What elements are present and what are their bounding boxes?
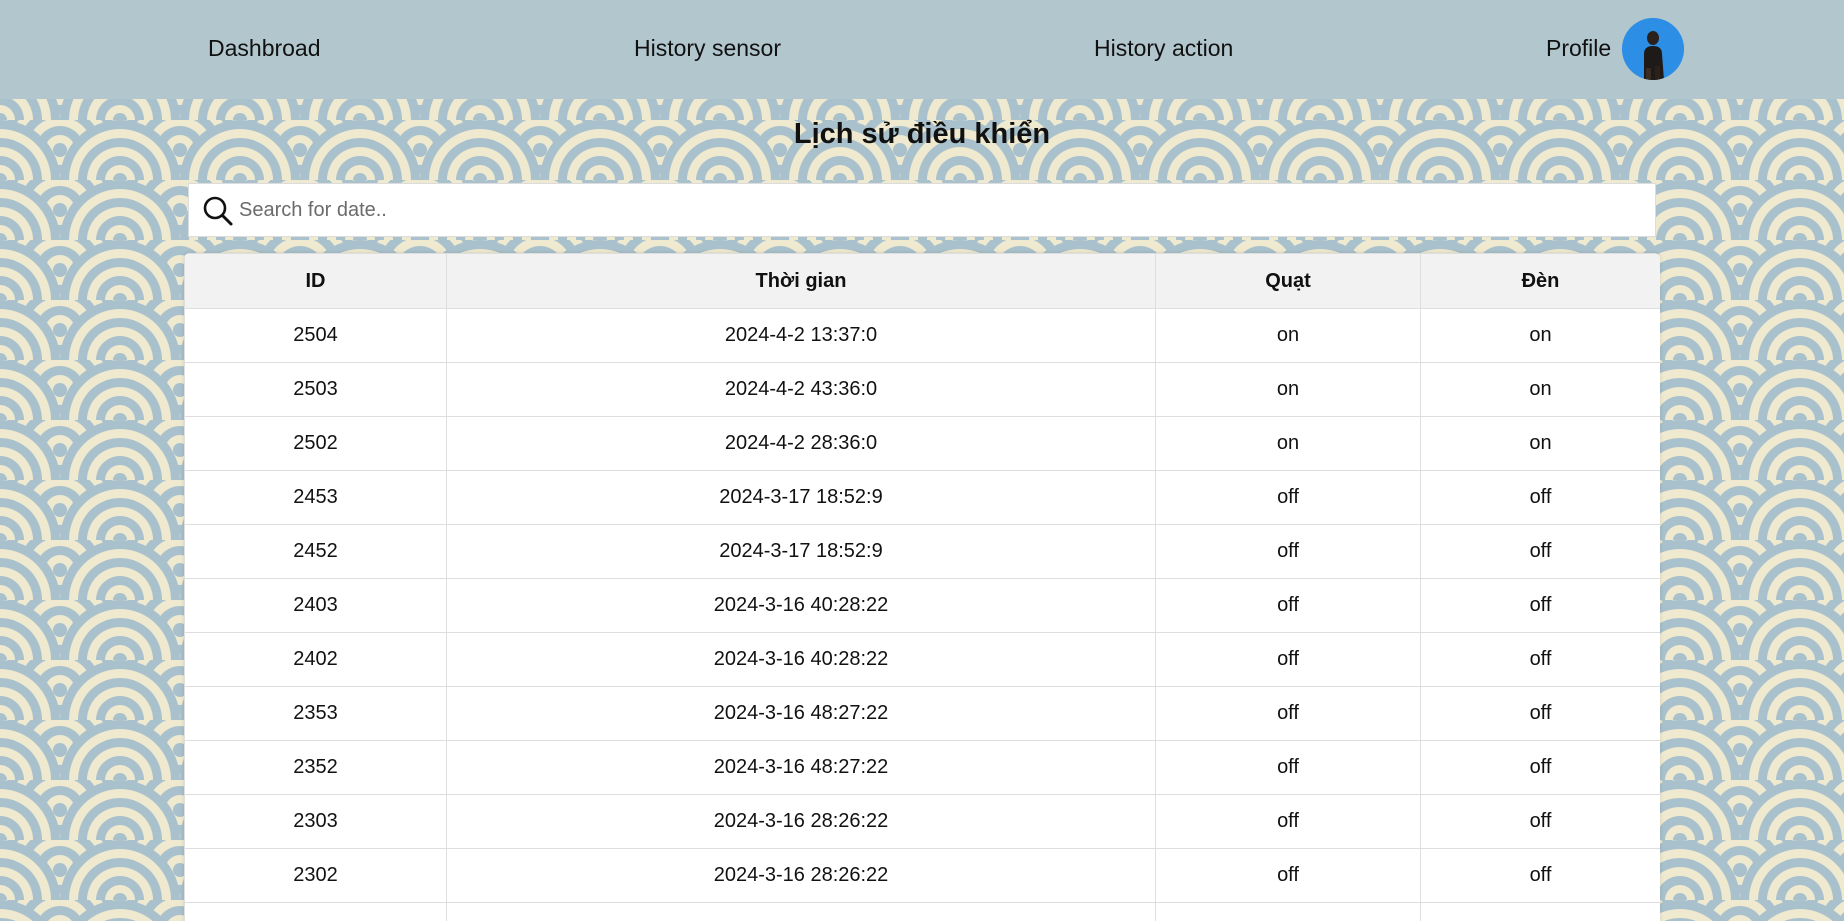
- cell-light: off: [1420, 848, 1660, 903]
- cell-fan: off: [1155, 578, 1421, 633]
- cell-light: off: [1420, 686, 1660, 741]
- cell-fan: on: [1155, 362, 1421, 417]
- nav-history-sensor-link[interactable]: History sensor: [634, 0, 781, 99]
- search-box: [188, 183, 1656, 237]
- cell-id: 2353: [184, 686, 447, 741]
- column-header-light[interactable]: Đèn: [1420, 253, 1660, 309]
- column-header-fan[interactable]: Quạt: [1155, 253, 1421, 309]
- cell-fan: [1155, 902, 1421, 921]
- column-header-time[interactable]: Thời gian: [446, 253, 1156, 309]
- cell-time: 2024-3-16 28:26:22: [446, 848, 1156, 903]
- cell-id: 2453: [184, 470, 447, 525]
- cell-time: 2024-3-16 48:27:22: [446, 686, 1156, 741]
- cell-fan: off: [1155, 794, 1421, 849]
- cell-light: off: [1420, 524, 1660, 579]
- top-navbar: Dashbroad History sensor History action …: [0, 0, 1844, 99]
- avatar[interactable]: [1622, 18, 1684, 80]
- cell-time: 2024-4-2 43:36:0: [446, 362, 1156, 417]
- cell-light: [1420, 902, 1660, 921]
- nav-profile-link[interactable]: Profile: [1546, 0, 1611, 99]
- table-row: 2302 2024-3-16 28:26:22 off off: [184, 848, 1660, 903]
- cell-light: off: [1420, 740, 1660, 795]
- cell-fan: off: [1155, 686, 1421, 741]
- cell-id: 2403: [184, 578, 447, 633]
- cell-id: 2302: [184, 848, 447, 903]
- search-icon: [203, 196, 233, 226]
- table-row: 2402 2024-3-16 40:28:22 off off: [184, 632, 1660, 687]
- cell-id: 2502: [184, 416, 447, 471]
- cell-fan: off: [1155, 740, 1421, 795]
- table-row: 2353 2024-3-16 48:27:22 off off: [184, 686, 1660, 741]
- cell-light: on: [1420, 362, 1660, 417]
- cell-id: [184, 902, 447, 921]
- cell-light: on: [1420, 416, 1660, 471]
- cell-time: 2024-3-16 28:26:22: [446, 794, 1156, 849]
- cell-id: 2503: [184, 362, 447, 417]
- cell-time: 2024-3-17 18:52:9: [446, 524, 1156, 579]
- table-row: 2452 2024-3-17 18:52:9 off off: [184, 524, 1660, 579]
- cell-light: off: [1420, 578, 1660, 633]
- cell-id: 2303: [184, 794, 447, 849]
- cell-time: 2024-4-2 13:37:0: [446, 308, 1156, 363]
- cell-time: 2024-3-16 40:28:22: [446, 578, 1156, 633]
- cell-time: 2024-3-16 40:28:22: [446, 632, 1156, 687]
- cell-light: on: [1420, 308, 1660, 363]
- table-row: 2504 2024-4-2 13:37:0 on on: [184, 308, 1660, 363]
- cell-id: 2504: [184, 308, 447, 363]
- nav-history-action-link[interactable]: History action: [1094, 0, 1233, 99]
- nav-dashboard-link[interactable]: Dashbroad: [208, 0, 321, 99]
- cell-fan: off: [1155, 632, 1421, 687]
- cell-fan: off: [1155, 848, 1421, 903]
- table-row: 2303 2024-3-16 28:26:22 off off: [184, 794, 1660, 849]
- cell-id: 2452: [184, 524, 447, 579]
- table-row: [184, 902, 1660, 921]
- page-title: Lịch sử điều khiển: [793, 118, 1051, 150]
- cell-id: 2352: [184, 740, 447, 795]
- table-row: 2503 2024-4-2 43:36:0 on on: [184, 362, 1660, 417]
- table-row: 2502 2024-4-2 28:36:0 on on: [184, 416, 1660, 471]
- table-row: 2403 2024-3-16 40:28:22 off off: [184, 578, 1660, 633]
- cell-light: off: [1420, 470, 1660, 525]
- cell-light: off: [1420, 632, 1660, 687]
- cell-time: 2024-4-2 28:36:0: [446, 416, 1156, 471]
- table-row: 2352 2024-3-16 48:27:22 off off: [184, 740, 1660, 795]
- cell-fan: off: [1155, 524, 1421, 579]
- cell-time: 2024-3-17 18:52:9: [446, 470, 1156, 525]
- cell-fan: on: [1155, 308, 1421, 363]
- table-header-row: ID Thời gian Quạt Đèn: [184, 253, 1660, 309]
- search-input[interactable]: [239, 184, 1639, 236]
- avatar-person-icon: [1622, 18, 1684, 80]
- history-action-table: ID Thời gian Quạt Đèn 2504 2024-4-2 13:3…: [184, 253, 1660, 921]
- column-header-id[interactable]: ID: [184, 253, 447, 309]
- cell-light: off: [1420, 794, 1660, 849]
- table-row: 2453 2024-3-17 18:52:9 off off: [184, 470, 1660, 525]
- cell-fan: off: [1155, 470, 1421, 525]
- cell-time: [446, 902, 1156, 921]
- cell-time: 2024-3-16 48:27:22: [446, 740, 1156, 795]
- cell-id: 2402: [184, 632, 447, 687]
- cell-fan: on: [1155, 416, 1421, 471]
